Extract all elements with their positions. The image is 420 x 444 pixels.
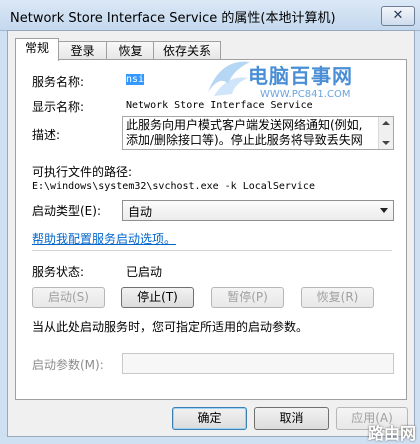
description-scrollbar[interactable] [378, 117, 393, 149]
display-name-label: 显示名称: [32, 100, 85, 114]
startup-type-label: 启动类型(E): [32, 204, 101, 218]
pause-button[interactable]: 暂停(P) [211, 287, 284, 308]
help-startup-link[interactable]: 帮助我配置服务启动选项。 [32, 230, 176, 247]
description-line-2: 添加/删除接口等)。停止此服务将导致丢失网 [126, 133, 363, 147]
start-params-label: 启动参数(M): [32, 358, 104, 372]
watermark-logo: 电脑百事网 WWW.PC841.COM [204, 56, 384, 116]
close-button[interactable]: ✕ [381, 6, 415, 26]
service-name-value[interactable]: nsi [126, 74, 145, 85]
service-name-label: 服务名称: [32, 75, 85, 89]
wing-icon [208, 61, 250, 96]
divider [32, 250, 392, 251]
scroll-up-icon[interactable] [382, 121, 390, 125]
description-text: 此服务向用户模式客户端发送网络通知(例如, 添加/删除接口等)。停止此服务将导致… [126, 118, 374, 148]
chevron-down-icon [380, 208, 388, 213]
startup-type-select[interactable]: 自动 [122, 200, 394, 221]
corner-watermark: 路由网 [368, 424, 417, 443]
description-line-1: 此服务向用户模式客户端发送网络通知(例如, [126, 118, 363, 132]
window-title: Network Store Interface Service 的属性(本地计算… [10, 11, 336, 26]
stop-button[interactable]: 停止(T) [121, 287, 194, 308]
resume-button[interactable]: 恢复(R) [301, 287, 374, 308]
tab-logon[interactable]: 登录 [57, 41, 108, 60]
ok-button[interactable]: 确定 [172, 407, 247, 430]
close-icon: ✕ [392, 8, 404, 23]
start-params-input[interactable] [122, 353, 394, 374]
description-box[interactable]: 此服务向用户模式客户端发送网络通知(例如, 添加/删除接口等)。停止此服务将导致… [122, 116, 394, 150]
start-button[interactable]: 启动(S) [32, 287, 105, 308]
watermark-url: WWW.PC841.COM [260, 89, 351, 100]
tab-general[interactable]: 常规 [15, 38, 59, 61]
start-params-hint: 当从此处启动服务时，您可指定所适用的启动参数。 [32, 320, 309, 334]
startup-type-value: 自动 [128, 205, 153, 219]
title-bar: Network Store Interface Service 的属性(本地计算… [0, 0, 420, 31]
watermark-text: 电脑百事网 [248, 64, 353, 88]
status-label: 服务状态: [32, 265, 85, 279]
exe-path-label: 可执行文件的路径: [32, 165, 133, 179]
description-label: 描述: [32, 128, 61, 142]
scroll-down-icon[interactable] [382, 141, 390, 145]
status-value: 已启动 [126, 265, 163, 279]
cancel-button[interactable]: 取消 [254, 407, 329, 430]
tab-recovery[interactable]: 恢复 [106, 41, 155, 60]
exe-path-value[interactable]: E:\windows\system32\svchost.exe -k Local… [32, 181, 315, 192]
